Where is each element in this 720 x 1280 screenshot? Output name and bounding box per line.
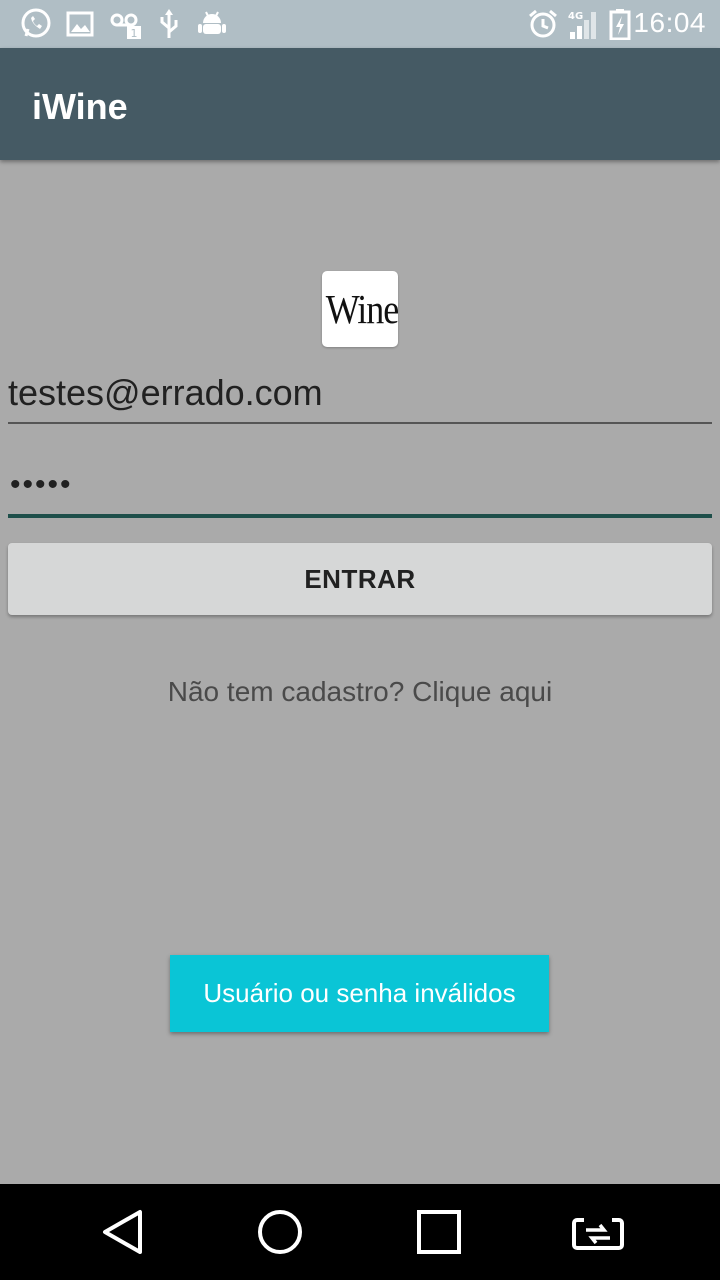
voicemail-icon: 1 <box>108 6 144 42</box>
error-toast: Usuário ou senha inválidos <box>170 955 549 1032</box>
clock: 16:04 <box>633 7 706 38</box>
switch-app-icon[interactable] <box>568 1202 628 1262</box>
password-value: ••••• <box>10 468 73 501</box>
home-icon[interactable] <box>250 1202 310 1262</box>
whatsapp-icon <box>18 6 54 42</box>
status-bar: 1 4G 16:04 <box>0 0 720 48</box>
svg-text:1: 1 <box>131 27 138 40</box>
app-logo: Wine <box>322 271 398 347</box>
usb-icon <box>156 6 182 42</box>
android-debug-icon <box>196 6 228 42</box>
email-field[interactable]: testes@errado.com <box>8 370 712 424</box>
image-icon <box>64 6 96 42</box>
app-title: iWine <box>32 86 128 127</box>
navigation-bar <box>0 1184 720 1280</box>
network-type: 4G <box>568 11 583 22</box>
password-field[interactable]: ••••• <box>8 460 712 518</box>
app-bar: iWine <box>0 48 720 160</box>
battery-charging-icon <box>608 6 632 42</box>
back-icon[interactable] <box>92 1202 152 1262</box>
login-button[interactable]: ENTRAR <box>8 543 712 615</box>
email-value: testes@errado.com <box>8 372 323 413</box>
recents-icon[interactable] <box>409 1202 469 1262</box>
signal-icon: 4G <box>566 6 602 42</box>
logo-text: Wine <box>325 286 398 332</box>
register-link[interactable]: Não tem cadastro? Clique aqui <box>0 676 720 708</box>
alarm-icon <box>526 6 560 42</box>
